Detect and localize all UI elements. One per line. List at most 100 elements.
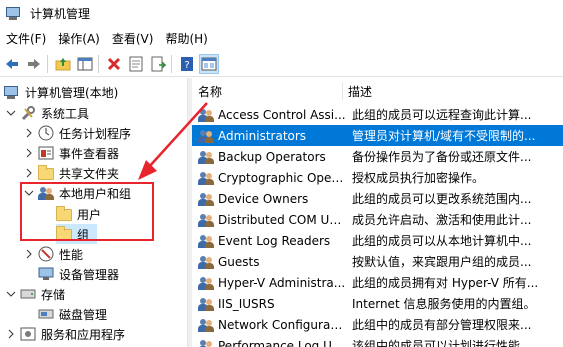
tree-node-performance[interactable]: 性能 — [24, 244, 83, 264]
tree-label: 存储 — [41, 287, 66, 302]
chevron-down-icon[interactable] — [6, 108, 16, 118]
export-list-button[interactable] — [148, 54, 168, 74]
group-name: Network Configurat... — [218, 317, 346, 332]
show-hide-tree-icon — [77, 57, 93, 70]
list-item[interactable]: Hyper-V Administra... 此组的成员拥有对 Hyper-V 所有… — [192, 272, 563, 293]
group-description: 授权成员执行加密操作。 — [352, 171, 485, 185]
tree-node-system-tools[interactable]: 系统工具 — [6, 103, 89, 123]
group-description: 此组中的成员有部分管理权限来... — [352, 318, 532, 332]
up-one-level-button[interactable] — [53, 54, 73, 74]
list-item[interactable]: Access Control Assi... 此组的成员可以远程查询此计算... — [192, 104, 563, 125]
chevron-right-icon[interactable] — [24, 168, 34, 178]
menu-file[interactable]: 文件(F) — [0, 28, 52, 50]
up-folder-icon — [55, 57, 71, 70]
tree-label: 服务和应用程序 — [41, 327, 126, 342]
group-name: Event Log Readers — [218, 233, 331, 248]
tree-label: 设备管理器 — [59, 267, 120, 282]
list-item[interactable]: Distributed COM Us... 成员允许启动、激活和使用此计... — [192, 209, 563, 230]
delete-button[interactable] — [104, 54, 124, 74]
help-icon: ? — [181, 56, 193, 71]
chevron-right-icon[interactable] — [24, 148, 34, 158]
storage-icon — [20, 286, 36, 302]
svg-text:?: ? — [184, 60, 189, 71]
tree-node-event-viewer[interactable]: 事件查看器 — [24, 143, 119, 163]
list-item[interactable]: Guests 按默认值，来宾跟用户组的成员... — [192, 251, 563, 272]
toolbar-divider — [47, 54, 48, 73]
tree-node-shared-folders[interactable]: 共享文件夹 — [24, 163, 119, 183]
tree-node-disk-management[interactable]: 磁盘管理 — [38, 304, 107, 324]
event-viewer-icon — [38, 145, 54, 161]
group-description: Internet 信息服务使用的内置组。 — [352, 297, 536, 311]
group-name: Access Control Assi... — [218, 107, 346, 122]
menu-action[interactable]: 操作(A) — [52, 28, 106, 50]
menu-bar: 文件(F) 操作(A) 查看(V) 帮助(H) — [0, 27, 563, 51]
group-icon — [198, 296, 214, 312]
menu-help[interactable]: 帮助(H) — [159, 28, 213, 50]
shared-folder-icon — [38, 165, 54, 181]
group-description: 管理员对计算机/域有不受限制的... — [352, 129, 536, 143]
mmc-console-icon — [201, 57, 217, 70]
list-item[interactable]: Cryptographic Oper... 授权成员执行加密操作。 — [192, 167, 563, 188]
window-title: 计算机管理 — [30, 7, 91, 21]
list-item[interactable]: IIS_IUSRS Internet 信息服务使用的内置组。 — [192, 293, 563, 314]
list-item[interactable]: Administrators 管理员对计算机/域有不受限制的... — [192, 125, 563, 146]
list-item[interactable]: Device Owners 此组的成员可以更改系统范围内... — [192, 188, 563, 209]
tree-label: 事件查看器 — [59, 146, 120, 161]
group-icon — [198, 317, 214, 333]
show-hide-tree-button[interactable] — [75, 54, 95, 74]
chevron-right-icon[interactable] — [6, 329, 16, 339]
tree-label: 性能 — [59, 247, 84, 262]
group-list: 名称 描述 Access Control Assi... 此组的成员可以远程查询此… — [192, 78, 563, 347]
mmc-console-button[interactable] — [199, 53, 219, 74]
group-icon — [198, 149, 214, 165]
column-divider[interactable] — [342, 82, 343, 100]
chevron-right-icon[interactable] — [24, 249, 34, 259]
toolbar: ? — [0, 51, 563, 77]
tree-node-task-scheduler[interactable]: 任务计划程序 — [24, 123, 131, 143]
chevron-down-icon[interactable] — [6, 289, 16, 299]
group-name: Administrators — [218, 128, 307, 143]
group-description: 此组的成员可以更改系统范围内... — [352, 192, 532, 206]
group-icon — [198, 107, 214, 123]
chevron-right-icon[interactable] — [24, 128, 34, 138]
delete-icon — [107, 57, 121, 70]
group-icon — [198, 254, 214, 270]
list-item[interactable]: Performance Log Us... 该组中的成员可以计划进行性能... — [192, 335, 563, 347]
back-button[interactable] — [2, 54, 22, 74]
menu-view[interactable]: 查看(V) — [106, 28, 160, 50]
group-description: 该组中的成员可以计划进行性能... — [352, 339, 532, 347]
column-header-description[interactable]: 描述 — [348, 78, 558, 104]
tree-node-root[interactable]: 计算机管理(本地) — [4, 82, 118, 102]
group-name: Performance Log Us... — [218, 338, 346, 347]
tree-node-storage[interactable]: 存储 — [6, 284, 65, 304]
group-name: IIS_IUSRS — [218, 296, 275, 311]
group-description: 此组的成员可以从本地计算机中... — [352, 234, 532, 248]
tree-label: 磁盘管理 — [59, 307, 108, 322]
group-icon — [198, 170, 214, 186]
tree-label: 系统工具 — [41, 106, 90, 121]
list-item[interactable]: Network Configurat... 此组中的成员有部分管理权限来... — [192, 314, 563, 335]
toolbar-divider — [171, 54, 172, 73]
column-header-name[interactable]: 名称 — [198, 78, 338, 104]
tree-label: 计算机管理(本地) — [25, 85, 119, 100]
services-icon — [20, 326, 36, 342]
help-button[interactable]: ? — [177, 54, 197, 74]
list-item[interactable]: Backup Operators 备份操作员为了备份或还原文件... — [192, 146, 563, 167]
title-bar: 计算机管理 — [0, 0, 563, 27]
group-icon — [198, 128, 214, 144]
group-name: Backup Operators — [218, 149, 326, 164]
group-icon — [198, 338, 214, 347]
tree-node-services-apps[interactable]: 服务和应用程序 — [6, 324, 125, 344]
tree-node-device-manager[interactable]: 设备管理器 — [38, 264, 119, 284]
clock-icon — [38, 125, 54, 141]
group-icon — [198, 212, 214, 228]
forward-button[interactable] — [24, 54, 44, 74]
performance-icon — [38, 246, 54, 262]
group-description: 按默认值，来宾跟用户组的成员... — [352, 255, 532, 269]
group-name: Guests — [218, 254, 260, 269]
list-item[interactable]: Event Log Readers 此组的成员可以从本地计算机中... — [192, 230, 563, 251]
computer-icon — [4, 84, 20, 100]
tools-icon — [20, 105, 36, 121]
properties-button[interactable] — [126, 54, 146, 74]
highlight-box — [20, 182, 154, 241]
